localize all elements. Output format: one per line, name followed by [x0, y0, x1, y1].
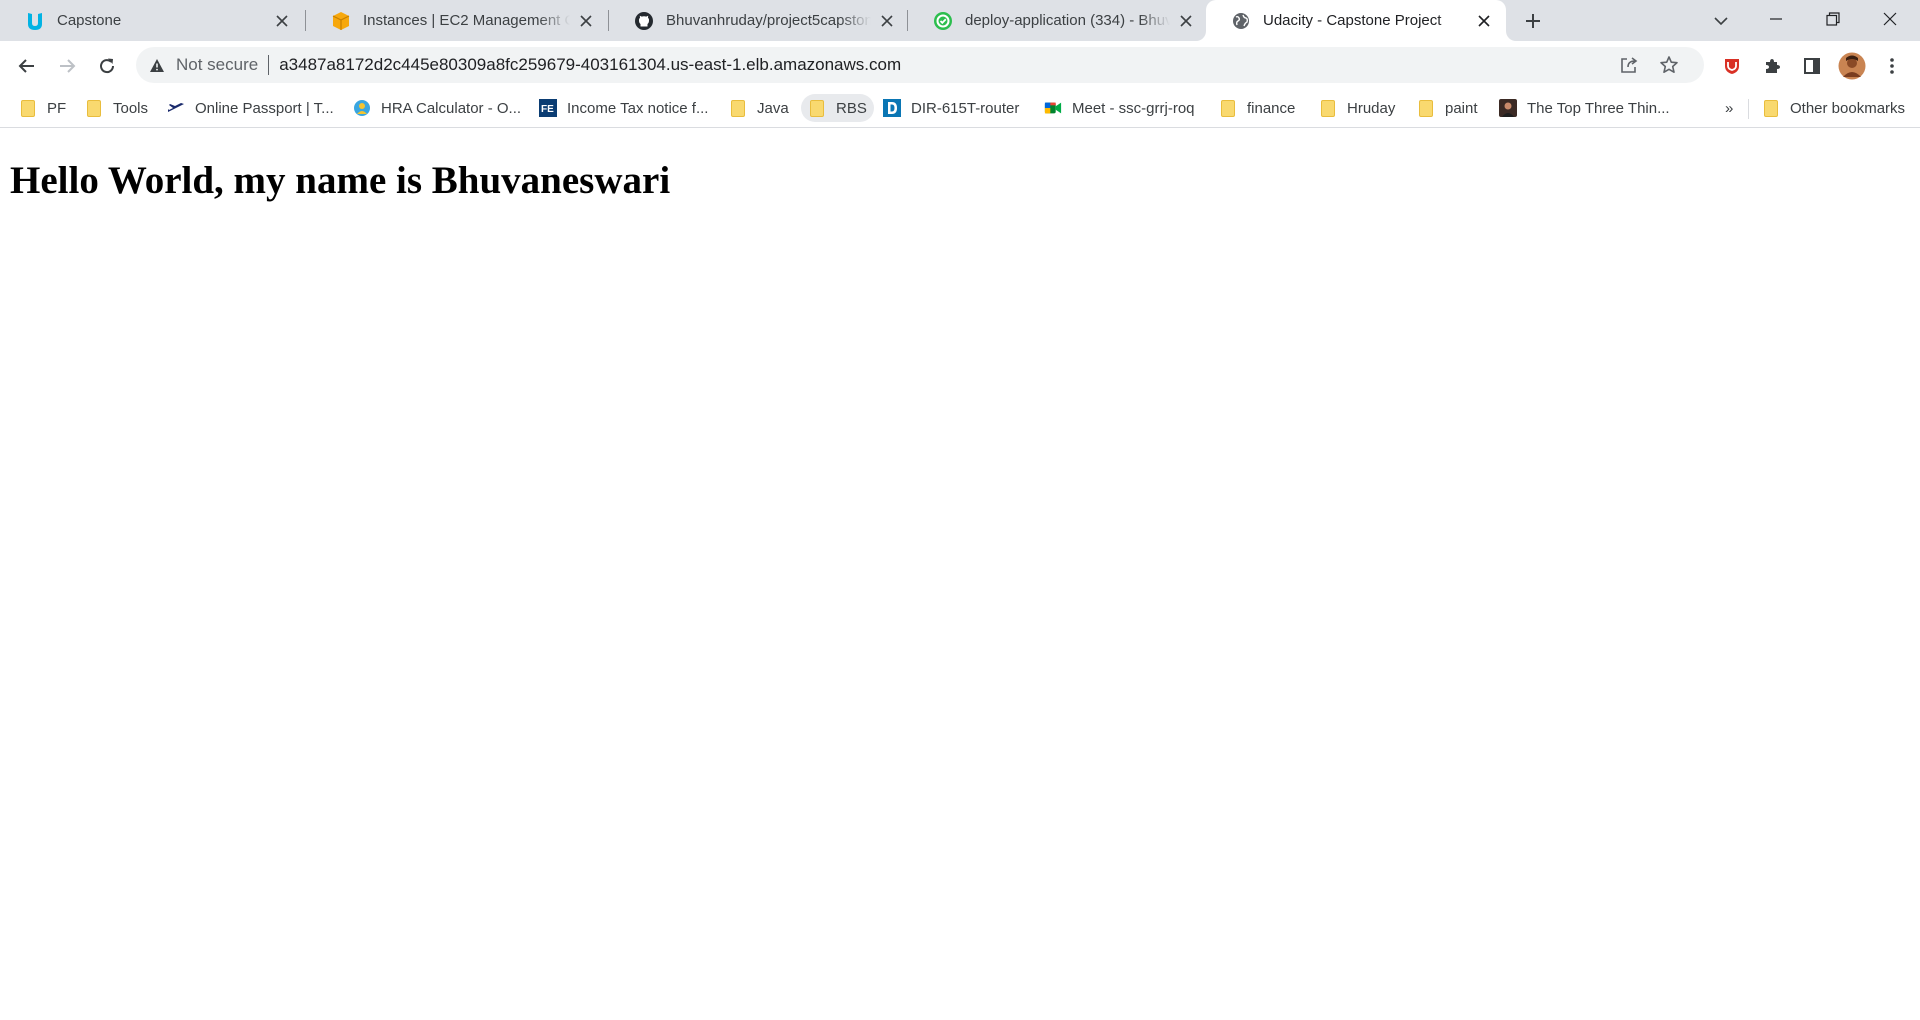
tab-github-repo[interactable]: Bhuvanhruday/project5capstone: [609, 0, 909, 41]
folder-icon: [1319, 99, 1337, 117]
bookmark-tools[interactable]: Tools: [78, 94, 155, 122]
extension-shield-button[interactable]: [1715, 49, 1749, 83]
meet-icon: [1044, 99, 1062, 117]
aws-cube-icon: [331, 11, 351, 31]
bookmark-rbs[interactable]: RBS: [801, 94, 874, 122]
extensions-button[interactable]: [1755, 49, 1789, 83]
close-tab-icon[interactable]: [1472, 9, 1496, 33]
puzzle-icon: [1766, 59, 1780, 73]
bookmark-paint[interactable]: paint: [1410, 94, 1485, 122]
close-window-button[interactable]: [1862, 0, 1918, 38]
globe-icon: [1231, 11, 1251, 31]
tab-udacity-capstone-project[interactable]: Udacity - Capstone Project: [1206, 0, 1506, 41]
minimize-icon: [1770, 18, 1782, 20]
tab-strip: Capstone Instances | EC2 Management Cons…: [0, 0, 1920, 41]
calculator-person-icon: [353, 99, 371, 117]
red-shield-extension-icon: [1725, 59, 1739, 74]
folder-icon: [729, 99, 747, 117]
browser-toolbar: Not secure a3487a8172d2c445e80309a8fc259…: [0, 41, 1920, 89]
bookmark-dir-615t-router[interactable]: DIR-615T-router: [876, 94, 1026, 122]
close-tab-icon[interactable]: [875, 9, 899, 33]
bookmark-star-icon[interactable]: [1654, 50, 1684, 80]
restore-icon: [1826, 12, 1840, 26]
share-icon[interactable]: [1614, 50, 1644, 80]
tab-circleci-deploy[interactable]: deploy-application (334) - Bhuvanhruday: [908, 0, 1208, 41]
forward-button[interactable]: [50, 49, 84, 83]
tab-ec2-instances[interactable]: Instances | EC2 Management Console: [306, 0, 608, 41]
svg-text:FE: FE: [541, 104, 554, 115]
arrow-right-icon: [60, 59, 76, 73]
page-content: Hello World, my name is Bhuvaneswari: [0, 129, 1920, 1020]
chevron-down-icon: [1714, 17, 1728, 26]
tab-title: deploy-application (334) - Bhuvanhruday: [965, 12, 1170, 29]
reload-button[interactable]: [90, 49, 124, 83]
udacity-icon: [25, 11, 45, 31]
close-tab-icon[interactable]: [574, 9, 598, 33]
tab-title: Udacity - Capstone Project: [1263, 12, 1442, 29]
other-bookmarks[interactable]: Other bookmarks: [1755, 94, 1912, 122]
side-panel-button[interactable]: [1795, 49, 1829, 83]
page-heading: Hello World, my name is Bhuvaneswari: [10, 159, 671, 202]
bookmarks-overflow-button[interactable]: »: [1718, 94, 1740, 122]
side-panel-icon: [1804, 58, 1820, 74]
tab-title: Bhuvanhruday/project5capstone: [666, 12, 871, 29]
avatar: [1838, 52, 1866, 80]
bookmark-online-passport[interactable]: Online Passport | T...: [160, 94, 341, 122]
security-status-label[interactable]: Not secure: [176, 55, 258, 75]
bookmark-pf[interactable]: PF: [12, 94, 73, 122]
profile-avatar-button[interactable]: [1835, 49, 1869, 83]
bookmark-income-tax[interactable]: FE Income Tax notice f...: [532, 94, 715, 122]
plane-icon: [167, 99, 185, 117]
close-icon: [1883, 12, 1897, 26]
close-tab-icon[interactable]: [1174, 9, 1198, 33]
menu-button[interactable]: [1875, 49, 1909, 83]
bookmark-finance[interactable]: finance: [1212, 94, 1302, 122]
d-logo-icon: [883, 99, 901, 117]
restore-button[interactable]: [1805, 0, 1861, 38]
bookmarks-bar: PF Tools Online Passport | T... HRA Calc…: [0, 89, 1920, 128]
folder-icon: [85, 99, 103, 117]
tab-title: Capstone: [57, 12, 122, 29]
bookmarks-divider: [1748, 99, 1749, 119]
fe-logo-icon: FE: [539, 99, 557, 117]
folder-icon: [19, 99, 37, 117]
tab-title: Instances | EC2 Management Console: [363, 12, 570, 29]
github-icon: [634, 11, 654, 31]
folder-icon: [808, 99, 826, 117]
separator: [268, 55, 270, 75]
reload-icon: [100, 58, 115, 74]
bookmark-hra-calculator[interactable]: HRA Calculator - O...: [346, 94, 528, 122]
kebab-menu-icon: [1890, 58, 1894, 74]
new-tab-button[interactable]: [1518, 6, 1548, 36]
folder-icon: [1417, 99, 1435, 117]
tab-search-button[interactable]: [1706, 6, 1736, 36]
bookmark-hruday[interactable]: Hruday: [1312, 94, 1402, 122]
folder-icon: [1219, 99, 1237, 117]
warning-triangle-icon[interactable]: [148, 56, 166, 74]
video-thumb-icon: [1499, 99, 1517, 117]
tab-capstone[interactable]: Capstone: [0, 0, 304, 41]
back-button[interactable]: [10, 49, 44, 83]
close-tab-icon[interactable]: [270, 9, 294, 33]
bookmark-java[interactable]: Java: [722, 94, 796, 122]
url-text[interactable]: a3487a8172d2c445e80309a8fc259679-4031613…: [279, 55, 901, 75]
circleci-icon: [933, 11, 953, 31]
bookmark-top-three-things[interactable]: The Top Three Thin...: [1492, 94, 1677, 122]
minimize-button[interactable]: [1748, 0, 1804, 38]
arrow-left-icon: [18, 59, 34, 73]
folder-icon: [1762, 99, 1780, 117]
address-bar[interactable]: Not secure a3487a8172d2c445e80309a8fc259…: [136, 47, 1704, 83]
bookmark-meet[interactable]: Meet - ssc-grrj-roq: [1037, 94, 1202, 122]
double-chevron-icon: »: [1725, 99, 1734, 117]
plus-icon: [1526, 14, 1540, 28]
